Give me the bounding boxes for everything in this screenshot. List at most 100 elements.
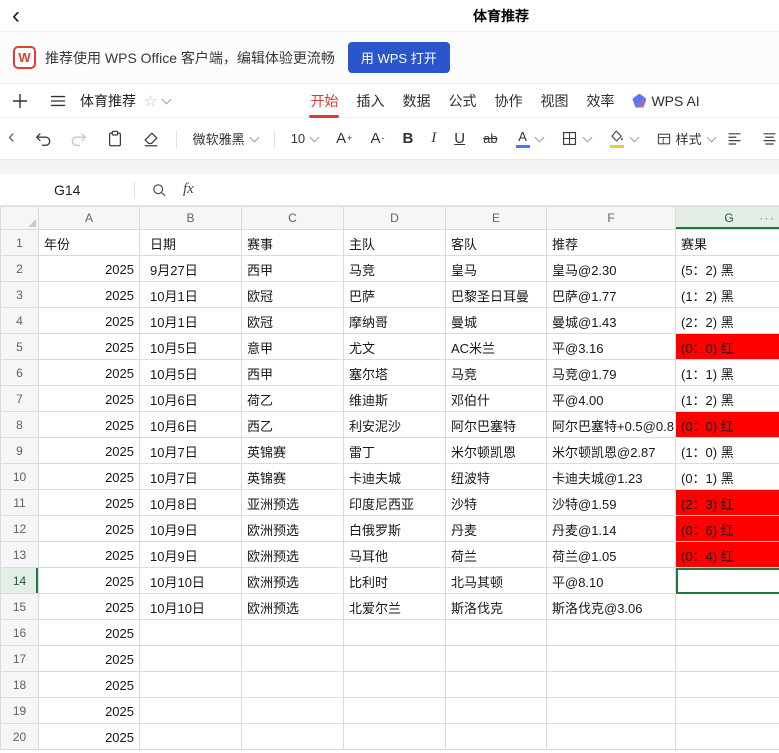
new-sheet-icon[interactable]: [12, 93, 28, 109]
cell-C5[interactable]: 意甲: [242, 334, 344, 360]
cell-G8[interactable]: (0：0) 红: [676, 412, 779, 438]
cell-A14[interactable]: 2025: [39, 568, 140, 594]
cell-E15[interactable]: 斯洛伐克: [446, 594, 547, 620]
cell-D6[interactable]: 塞尔塔: [344, 360, 446, 386]
row-header-2[interactable]: 2: [1, 256, 39, 282]
hamburger-menu-icon[interactable]: [50, 94, 66, 108]
row-header-16[interactable]: 16: [1, 620, 39, 646]
italic-button[interactable]: I: [431, 130, 436, 147]
cell-D9[interactable]: 雷丁: [344, 438, 446, 464]
cell-A13[interactable]: 2025: [39, 542, 140, 568]
cell-F16[interactable]: [547, 620, 676, 646]
star-icon[interactable]: ☆: [144, 92, 157, 110]
cell-D11[interactable]: 印度尼西亚: [344, 490, 446, 516]
cell-C18[interactable]: [242, 672, 344, 698]
row-header-13[interactable]: 13: [1, 542, 39, 568]
cell-C17[interactable]: [242, 646, 344, 672]
cell-A17[interactable]: 2025: [39, 646, 140, 672]
row-header-14[interactable]: 14: [1, 568, 39, 594]
column-header-E[interactable]: E: [446, 207, 547, 230]
borders-button[interactable]: [561, 130, 591, 147]
cell-E6[interactable]: 马竞: [446, 360, 547, 386]
cell-E10[interactable]: 纽波特: [446, 464, 547, 490]
cell-B7[interactable]: 10月6日: [140, 386, 242, 412]
cell-B12[interactable]: 10月9日: [140, 516, 242, 542]
cell-G2[interactable]: (5：2) 黑: [676, 256, 779, 282]
cell-A9[interactable]: 2025: [39, 438, 140, 464]
tab-efficiency[interactable]: 效率: [586, 84, 614, 118]
increase-font-button[interactable]: A+: [336, 130, 352, 147]
cell-E17[interactable]: [446, 646, 547, 672]
cell-A15[interactable]: 2025: [39, 594, 140, 620]
column-header-G[interactable]: G···: [676, 207, 779, 230]
cell-F12[interactable]: 丹麦@1.14: [547, 516, 676, 542]
cell-B13[interactable]: 10月9日: [140, 542, 242, 568]
font-color-button[interactable]: A: [516, 130, 543, 148]
cell-E2[interactable]: 皇马: [446, 256, 547, 282]
cell-F20[interactable]: [547, 724, 676, 750]
cell-E1[interactable]: 客队: [446, 230, 547, 256]
cell-G14[interactable]: [676, 568, 779, 594]
cell-F1[interactable]: 推荐: [547, 230, 676, 256]
cell-D8[interactable]: 利安泥沙: [344, 412, 446, 438]
cell-F4[interactable]: 曼城@1.43: [547, 308, 676, 334]
cell-B11[interactable]: 10月8日: [140, 490, 242, 516]
tab-insert[interactable]: 插入: [356, 84, 384, 118]
cell-D16[interactable]: [344, 620, 446, 646]
cell-B14[interactable]: 10月10日: [140, 568, 242, 594]
cell-F10[interactable]: 卡迪夫城@1.23: [547, 464, 676, 490]
more-columns-button[interactable]: ···: [759, 211, 775, 226]
cell-G18[interactable]: [676, 672, 779, 698]
cell-G7[interactable]: (1：2) 黑: [676, 386, 779, 412]
cell-D3[interactable]: 巴萨: [344, 282, 446, 308]
cell-F17[interactable]: [547, 646, 676, 672]
cell-F5[interactable]: 平@3.16: [547, 334, 676, 360]
back-icon[interactable]: ‹: [0, 1, 32, 31]
cell-D10[interactable]: 卡迪夫城: [344, 464, 446, 490]
cell-B15[interactable]: 10月10日: [140, 594, 242, 620]
cell-G10[interactable]: (0：1) 黑: [676, 464, 779, 490]
cell-D15[interactable]: 北爱尔兰: [344, 594, 446, 620]
cell-style-button[interactable]: 样式: [656, 129, 715, 148]
cell-C7[interactable]: 荷乙: [242, 386, 344, 412]
cell-G15[interactable]: [676, 594, 779, 620]
cell-B8[interactable]: 10月6日: [140, 412, 242, 438]
cell-F13[interactable]: 荷兰@1.05: [547, 542, 676, 568]
cell-B17[interactable]: [140, 646, 242, 672]
cell-B16[interactable]: [140, 620, 242, 646]
cell-F9[interactable]: 米尔顿凯恩@2.87: [547, 438, 676, 464]
cell-D1[interactable]: 主队: [344, 230, 446, 256]
row-header-20[interactable]: 20: [1, 724, 39, 750]
cell-C4[interactable]: 欧冠: [242, 308, 344, 334]
cell-G17[interactable]: [676, 646, 779, 672]
cell-A3[interactable]: 2025: [39, 282, 140, 308]
cell-F3[interactable]: 巴萨@1.77: [547, 282, 676, 308]
cell-B18[interactable]: [140, 672, 242, 698]
cell-E7[interactable]: 邓伯什: [446, 386, 547, 412]
cell-E14[interactable]: 北马其顿: [446, 568, 547, 594]
cell-E18[interactable]: [446, 672, 547, 698]
cell-G12[interactable]: (0：6) 红: [676, 516, 779, 542]
cell-B1[interactable]: 日期: [140, 230, 242, 256]
redo-button[interactable]: [70, 130, 88, 148]
cell-E4[interactable]: 曼城: [446, 308, 547, 334]
cell-G9[interactable]: (1：0) 黑: [676, 438, 779, 464]
cell-E12[interactable]: 丹麦: [446, 516, 547, 542]
cell-D13[interactable]: 马耳他: [344, 542, 446, 568]
tab-home[interactable]: 开始: [310, 84, 338, 118]
cell-F6[interactable]: 马竞@1.79: [547, 360, 676, 386]
column-header-A[interactable]: A: [39, 207, 140, 230]
tab-view[interactable]: 视图: [540, 84, 568, 118]
row-header-6[interactable]: 6: [1, 360, 39, 386]
cell-E9[interactable]: 米尔顿凯恩: [446, 438, 547, 464]
row-header-9[interactable]: 9: [1, 438, 39, 464]
cell-C2[interactable]: 西甲: [242, 256, 344, 282]
cell-B10[interactable]: 10月7日: [140, 464, 242, 490]
row-header-19[interactable]: 19: [1, 698, 39, 724]
font-family-select[interactable]: 微软雅黑: [193, 129, 258, 148]
cell-C16[interactable]: [242, 620, 344, 646]
cell-A8[interactable]: 2025: [39, 412, 140, 438]
cell-D5[interactable]: 尤文: [344, 334, 446, 360]
paste-button[interactable]: [106, 130, 124, 148]
cell-G5[interactable]: (0：0) 红: [676, 334, 779, 360]
